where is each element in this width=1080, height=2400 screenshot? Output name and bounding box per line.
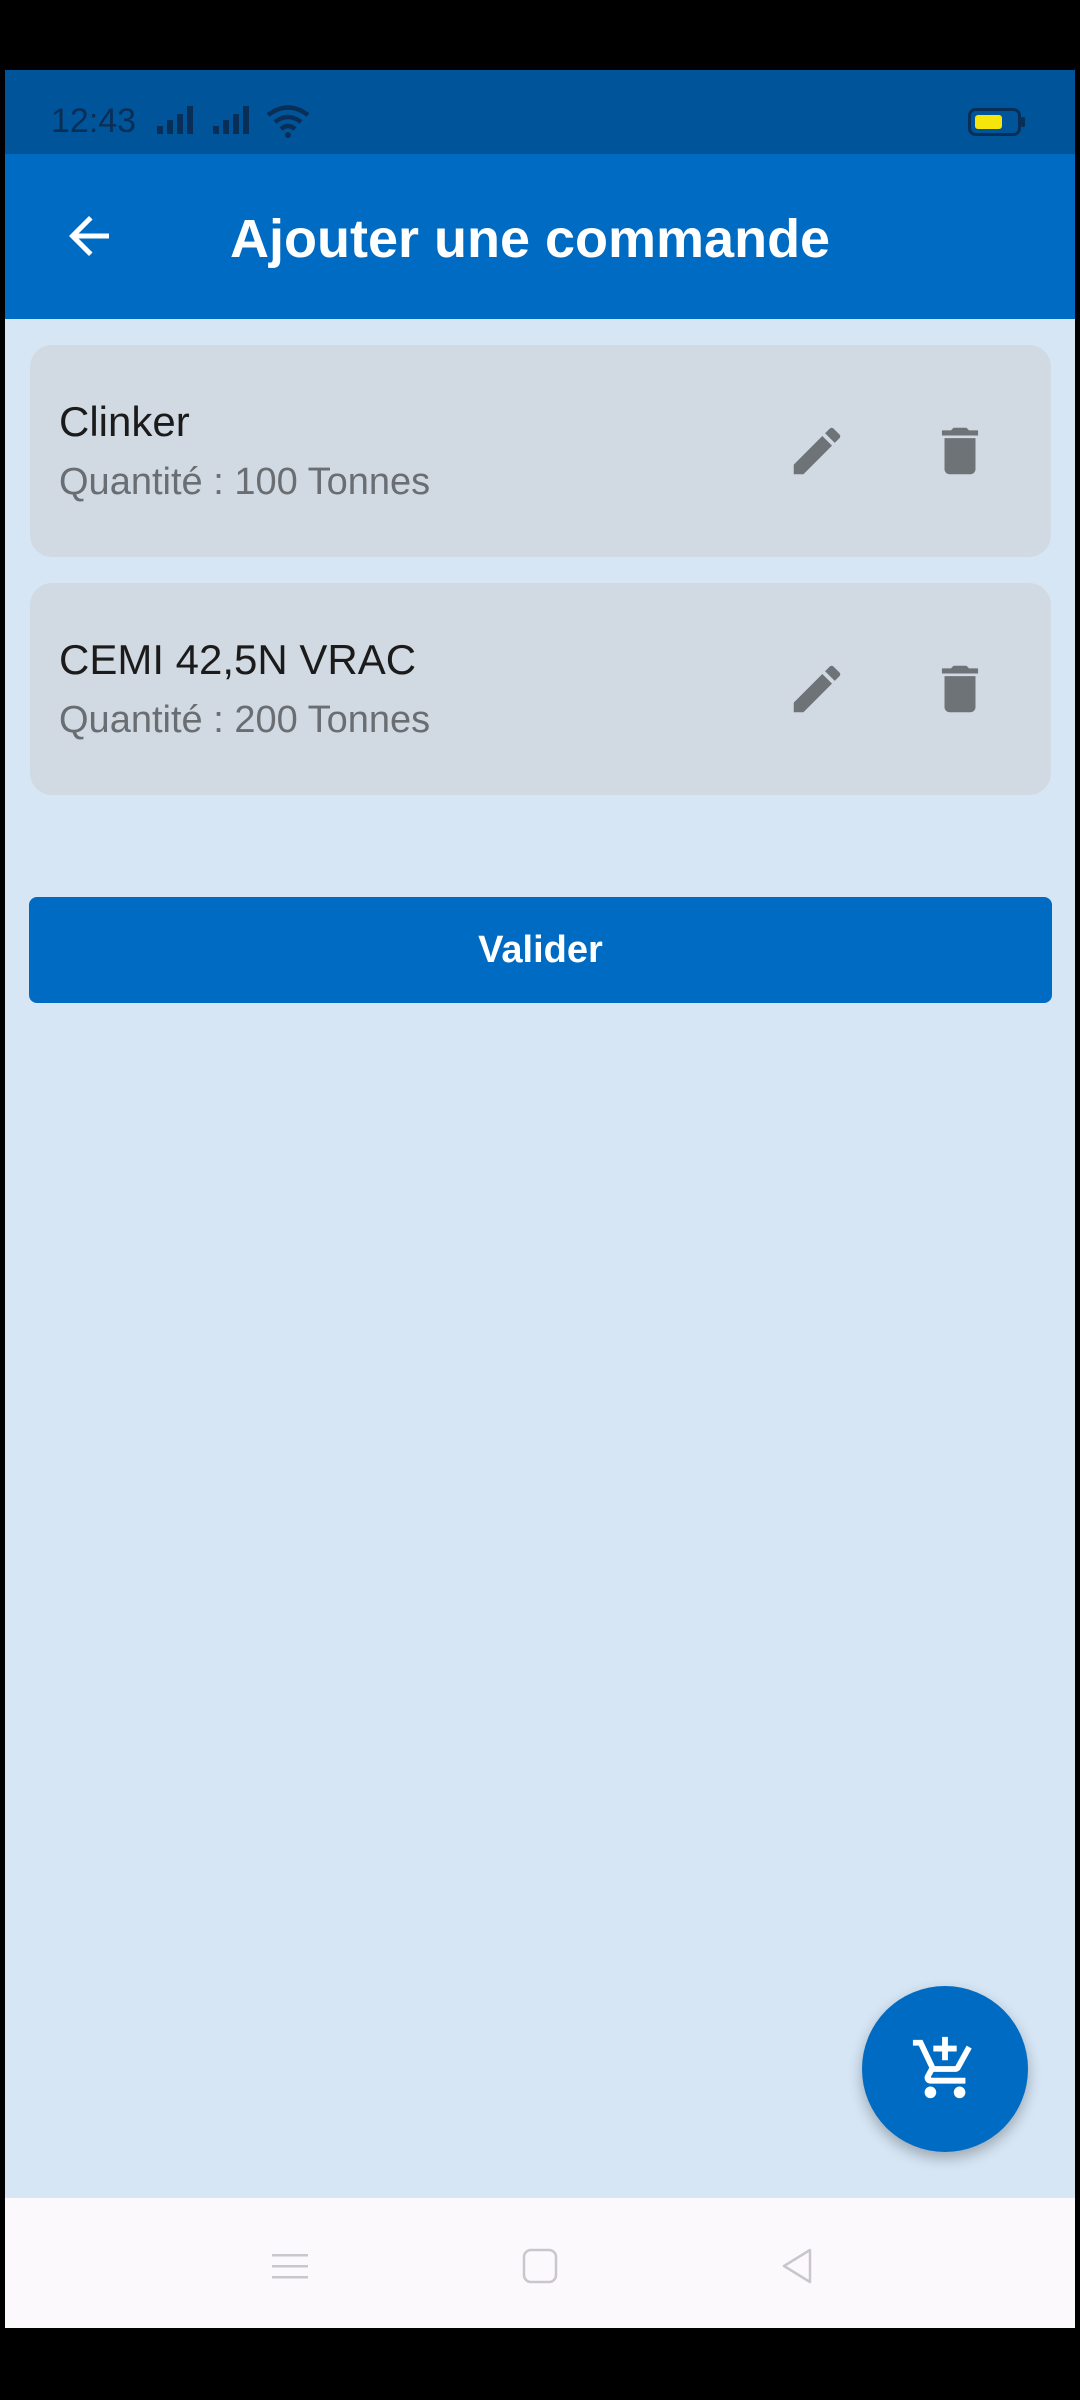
order-item: CEMI 42,5N VRAC Quantité : 200 Tonnes — [30, 583, 1051, 795]
add-shopping-cart-icon — [912, 2036, 972, 2099]
nav-home-button[interactable] — [500, 2226, 580, 2306]
arrow-left-icon — [69, 216, 109, 256]
back-triangle-icon — [782, 2248, 812, 2284]
delete-button[interactable] — [912, 403, 1008, 499]
order-item: Clinker Quantité : 100 Tonnes — [30, 345, 1051, 557]
nav-menu-button[interactable] — [250, 2226, 330, 2306]
battery-icon — [968, 108, 1025, 136]
signal-icon — [157, 106, 193, 134]
validate-button[interactable]: Valider — [29, 897, 1052, 1003]
home-icon — [522, 2248, 558, 2284]
nav-back-button[interactable] — [758, 2226, 838, 2306]
edit-button[interactable] — [769, 641, 865, 737]
back-button[interactable] — [45, 192, 133, 280]
wifi-icon — [266, 105, 310, 138]
order-quantity: Quantité : 100 Tonnes — [59, 461, 431, 503]
edit-button[interactable] — [769, 403, 865, 499]
order-product-name: CEMI 42,5N VRAC — [59, 636, 417, 683]
status-bar: 12:43 — [5, 70, 1075, 154]
order-quantity: Quantité : 200 Tonnes — [59, 699, 431, 741]
pencil-icon — [793, 665, 841, 713]
page-title: Ajouter une commande — [230, 209, 831, 269]
screen: 12:43 Ajouter une commande Clinker Quant… — [5, 70, 1075, 2328]
trash-icon — [941, 665, 979, 713]
pencil-icon — [793, 427, 841, 475]
delete-button[interactable] — [912, 641, 1008, 737]
status-time: 12:43 — [51, 102, 137, 140]
trash-icon — [941, 427, 979, 475]
menu-icon — [272, 2254, 308, 2279]
order-product-name: Clinker — [59, 398, 190, 445]
add-to-cart-fab[interactable] — [862, 1986, 1028, 2152]
app-bar: Ajouter une commande — [5, 154, 1075, 319]
system-nav-bar — [5, 2198, 1075, 2328]
signal-icon — [213, 106, 249, 134]
